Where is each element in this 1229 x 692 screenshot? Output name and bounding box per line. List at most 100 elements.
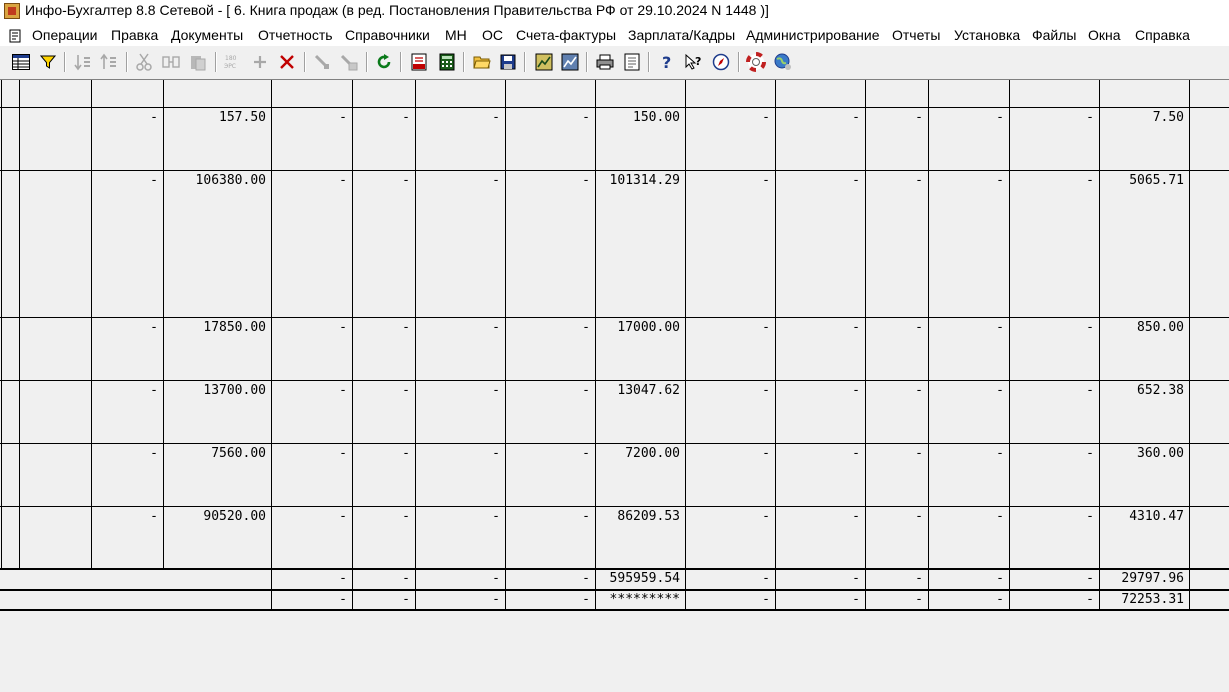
report-icon[interactable] [533,51,555,73]
print-icon[interactable] [594,51,616,73]
filter-icon[interactable] [37,51,59,73]
report2-icon[interactable] [559,51,581,73]
context-help-icon[interactable]: ? [683,51,705,73]
navigator-icon[interactable] [710,51,732,73]
table-cell: 5065.71 [1129,173,1184,188]
toolbar-separator [64,52,66,72]
support-icon[interactable] [745,51,767,73]
toolbar-separator [400,52,402,72]
open-folder-icon[interactable] [471,51,493,73]
total-column-divider [415,591,416,609]
total-cell: 72253.31 [1121,592,1184,607]
tool-icon[interactable] [311,51,333,73]
menu-edit[interactable]: Правка [111,27,158,43]
table-cell: - [852,110,860,125]
table-cell: - [996,383,1004,398]
grid-view-icon[interactable] [10,51,32,73]
menu-mn[interactable]: МН [445,27,467,43]
web-icon[interactable] [772,51,794,73]
column-divider [1009,80,1010,568]
table-cell: 850.00 [1137,320,1184,335]
document-menu-icon[interactable] [9,29,21,43]
column-divider [163,80,164,568]
sales-book-table: - 157.50 - - - - 150.00 - - - - - 7.50 - 106380.00 - - - -… [0,79,1229,692]
sort-asc-icon[interactable] [72,51,94,73]
table-cell: - [150,509,158,524]
toolbar: 180 ЭРС ? ? [0,47,1229,78]
table-cell: - [339,173,347,188]
total-column-divider [352,570,353,589]
svg-text:180: 180 [225,55,237,62]
help-icon[interactable]: ? [656,51,678,73]
header-border [0,107,1229,108]
table-cell: - [996,173,1004,188]
menu-help[interactable]: Справка [1135,27,1190,43]
menu-reporting[interactable]: Отчетность [258,27,333,43]
table-cell: 13700.00 [203,383,266,398]
column-divider [928,80,929,568]
total-cell: - [996,592,1004,607]
table-cell: 17850.00 [203,320,266,335]
calculator-icon[interactable] [436,51,458,73]
preview-icon[interactable] [621,51,643,73]
table-cell: - [339,509,347,524]
refresh-icon[interactable] [373,51,395,73]
menu-invoices[interactable]: Счета-фактуры [516,27,616,43]
sort-desc-icon[interactable] [98,51,120,73]
table-cell: - [339,446,347,461]
paste-icon[interactable] [187,51,209,73]
compare-icon[interactable] [160,51,182,73]
table-cell: - [402,110,410,125]
menu-administration[interactable]: Администрирование [746,27,880,43]
total-column-divider [1099,570,1100,589]
table-cell: - [852,446,860,461]
menu-payroll[interactable]: Зарплата/Кадры [628,27,735,43]
svg-text:?: ? [662,53,671,71]
pdf-export-icon[interactable] [408,51,430,73]
menu-documents[interactable]: Документы [171,27,243,43]
menu-windows[interactable]: Окна [1088,27,1121,43]
numbering-icon[interactable]: 180 ЭРС [222,51,244,73]
delete-icon[interactable] [276,51,298,73]
total-column-divider [271,591,272,609]
row-divider [0,380,1229,381]
table-cell: 150.00 [633,110,680,125]
menu-os[interactable]: ОС [482,27,503,43]
table-cell: 106380.00 [195,173,266,188]
menu-settings[interactable]: Установка [954,27,1020,43]
total-column-divider [1009,591,1010,609]
toolbar-separator [524,52,526,72]
table-cell: - [402,173,410,188]
table-cell: - [762,383,770,398]
menu-files[interactable]: Файлы [1032,27,1076,43]
menu-operations[interactable]: Операции [32,27,98,43]
table-cell: - [762,509,770,524]
tool-data-icon[interactable] [338,51,360,73]
table-cell: - [150,173,158,188]
toolbar-separator [126,52,128,72]
table-cell: - [339,320,347,335]
table-cell: - [150,446,158,461]
toolbar-separator [738,52,740,72]
table-cell: - [339,110,347,125]
menu-reports[interactable]: Отчеты [892,27,940,43]
total-column-divider [415,570,416,589]
total-cell: - [582,571,590,586]
total-cell: - [1086,571,1094,586]
menu-references[interactable]: Справочники [345,27,430,43]
total-cell: - [492,592,500,607]
row-divider [0,317,1229,318]
table-cell: - [852,383,860,398]
cut-icon[interactable] [133,51,155,73]
column-divider [865,80,866,568]
table-cell: - [996,320,1004,335]
save-icon[interactable] [497,51,519,73]
total-column-divider [595,591,596,609]
add-icon[interactable] [249,51,271,73]
column-divider [1189,80,1190,568]
table-cell: - [996,110,1004,125]
table-cell: 652.38 [1137,383,1184,398]
total-column-divider [505,591,506,609]
table-cell: 86209.53 [617,509,680,524]
table-cell: 90520.00 [203,509,266,524]
